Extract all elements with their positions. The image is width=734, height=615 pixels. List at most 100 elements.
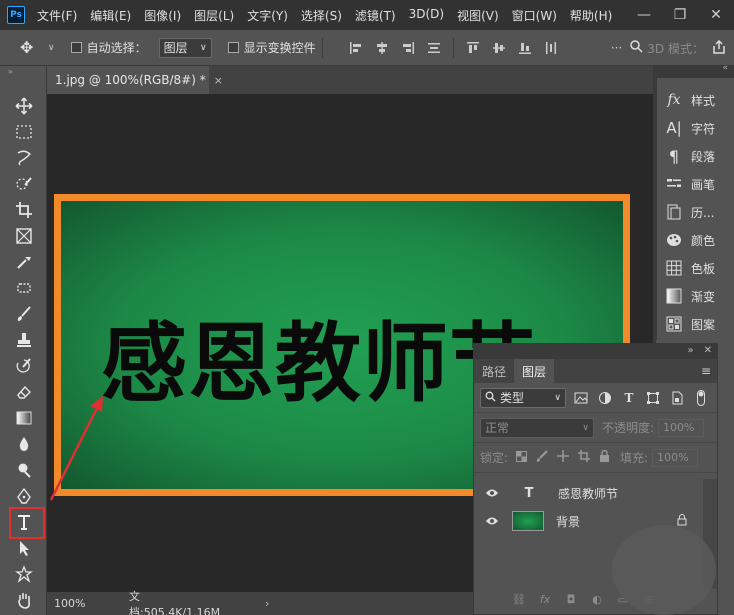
auto-select-checkbox[interactable] [70,42,82,53]
align-top-icon[interactable] [463,38,483,58]
move-tool-icon[interactable]: ✥ [20,38,46,57]
gradients-label: 渐变 [691,289,716,304]
menu-view[interactable]: 视图(V) [457,7,499,24]
lock-transparent-icon[interactable] [516,450,528,465]
fill-input[interactable]: 100% [652,448,699,467]
menu-3d[interactable]: 3D(D) [409,7,444,24]
menu-select[interactable]: 选择(S) [301,7,342,24]
overlay-circle [612,525,716,615]
document-tab[interactable]: 1.jpg @ 100%(RGB/8#) * × [47,66,223,94]
show-transform-checkbox[interactable] [227,42,239,53]
quick-select-tool-icon[interactable] [10,172,38,196]
align-center-h-icon[interactable] [372,38,392,58]
hand-tool-icon[interactable] [10,588,38,612]
distribute-vertical-icon[interactable] [424,38,444,58]
swatches-panel-button[interactable]: 色板 [665,256,715,280]
menu-layer[interactable]: 图层(L) [194,7,234,24]
frame-tool-icon[interactable] [10,224,38,248]
lock-position-icon[interactable] [557,450,570,465]
character-panel-button[interactable]: A| 字符 [665,116,715,140]
history-panel-button[interactable]: 历... [665,200,714,224]
close-icon[interactable]: × [214,74,223,87]
panel-menu-icon[interactable]: ≡ [701,364,711,378]
layer-name[interactable]: 感恩教师节 [558,485,618,502]
blur-tool-icon[interactable] [10,432,38,456]
paragraph-label: 段落 [691,149,716,164]
lock-all-icon[interactable] [599,449,610,465]
custom-shape-tool-icon[interactable] [10,562,38,586]
menu-window[interactable]: 窗口(W) [512,7,557,24]
menu-help[interactable]: 帮助(H) [570,7,612,24]
align-left-icon[interactable] [346,38,366,58]
brush-tool-icon[interactable] [10,302,38,326]
color-panel-button[interactable]: 颜色 [665,228,715,252]
zoom-level[interactable]: 100% [47,597,95,610]
blend-mode-dropdown[interactable]: 正常 ∨ [480,417,594,438]
minimize-button[interactable]: — [626,0,662,30]
restore-button[interactable]: ❐ [662,0,698,30]
visibility-eye-icon[interactable] [482,516,502,526]
align-right-icon[interactable] [398,38,418,58]
filter-type-dropdown[interactable]: 类型 ∨ [480,387,566,408]
auto-select-dropdown[interactable]: 图层 ∨ [158,37,212,58]
healing-brush-tool-icon[interactable] [10,276,38,300]
styles-panel-button[interactable]: fx 样式 [665,88,715,112]
align-bottom-icon[interactable] [515,38,535,58]
close-button[interactable]: ✕ [698,0,734,30]
menu-type[interactable]: 文字(Y) [247,7,288,24]
menu-file[interactable]: 文件(F) [37,7,77,24]
collapse-icon[interactable]: » [687,345,693,356]
swatches-label: 色板 [691,261,716,276]
chevron-right-icon[interactable]: › [265,597,269,610]
fx-icon[interactable]: fx [536,590,554,608]
link-icon[interactable]: ⛓ [510,590,528,608]
filter-smart-object-icon[interactable] [668,389,686,407]
character-icon: A| [666,119,682,137]
menu-edit[interactable]: 编辑(E) [90,7,131,24]
menu-filter[interactable]: 滤镜(T) [355,7,396,24]
pen-tool-icon[interactable] [10,484,38,508]
paragraph-panel-button[interactable]: ¶ 段落 [665,144,715,168]
more-options-icon[interactable]: ··· [611,41,622,55]
layer-row-text[interactable]: T 感恩教师节 [474,479,717,507]
opacity-input[interactable]: 100% [658,418,705,437]
collapse-icon[interactable]: « [722,63,728,73]
share-icon[interactable] [712,39,726,57]
layer-name[interactable]: 背景 [556,513,580,530]
filter-adjustment-icon[interactable] [596,389,614,407]
crop-tool-icon[interactable] [10,198,38,222]
patterns-panel-button[interactable]: 图案 [665,312,715,336]
filter-shape-icon[interactable] [644,389,662,407]
gradient-tool-icon[interactable] [10,406,38,430]
lock-artboard-icon[interactable] [578,450,591,465]
eyedropper-tool-icon[interactable] [10,250,38,274]
align-middle-v-icon[interactable] [489,38,509,58]
filter-type-icon[interactable]: T [620,389,638,407]
chevron-down-icon[interactable]: ∨ [48,43,55,53]
path-selection-tool-icon[interactable] [10,536,38,560]
close-icon[interactable]: ✕ [704,345,712,356]
filter-toggle[interactable] [692,389,710,407]
dodge-tool-icon[interactable] [10,458,38,482]
menu-image[interactable]: 图像(I) [144,7,181,24]
distribute-horizontal-icon[interactable] [541,38,561,58]
marquee-tool-icon[interactable] [10,120,38,144]
move-tool-icon[interactable] [10,94,38,118]
lasso-tool-icon[interactable] [10,146,38,170]
tab-layers[interactable]: 图层 [514,359,555,383]
filter-pixel-icon[interactable] [572,389,590,407]
gradients-panel-button[interactable]: 渐变 [665,284,715,308]
layers-panel-header: » ✕ [473,343,718,358]
lock-pixels-icon[interactable] [536,450,548,465]
mask-icon[interactable]: ◘ [562,590,580,608]
adjustment-icon[interactable]: ◐ [588,590,606,608]
search-icon[interactable] [630,40,643,56]
brush-panel-button[interactable]: 画笔 [665,172,715,196]
visibility-eye-icon[interactable] [482,488,502,498]
collapse-icon[interactable]: » [0,66,46,80]
tab-paths[interactable]: 路径 [474,359,514,383]
menu-bar: Ps 文件(F) 编辑(E) 图像(I) 图层(L) 文字(Y) 选择(S) 滤… [0,0,734,30]
stamp-tool-icon[interactable] [10,328,38,352]
history-brush-tool-icon[interactable] [10,354,38,378]
eraser-tool-icon[interactable] [10,380,38,404]
